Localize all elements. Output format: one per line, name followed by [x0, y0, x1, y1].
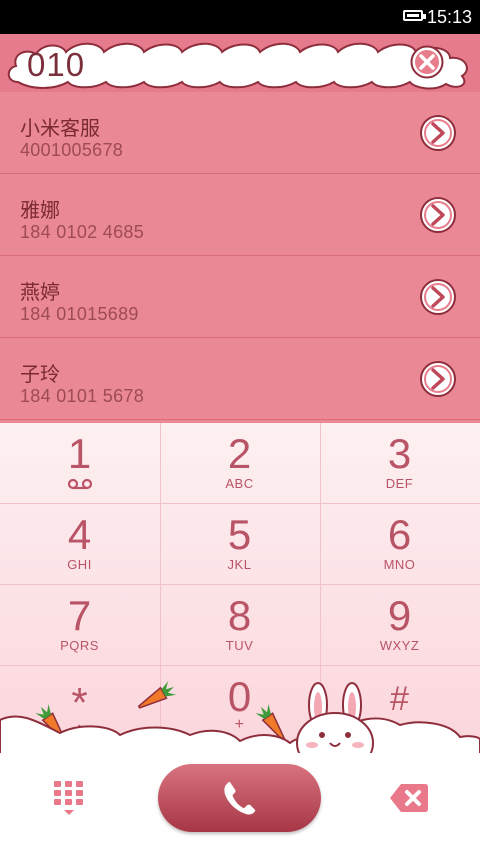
contact-phone: 184 01015689 — [20, 304, 139, 324]
clear-icon[interactable] — [410, 45, 444, 79]
key-letters: WXYZ — [379, 638, 420, 653]
key-2[interactable]: 2 ABC — [160, 423, 319, 503]
key-5[interactable]: 5 JKL — [160, 504, 319, 584]
key-digit: 2 — [227, 430, 252, 477]
key-digit: 1 — [67, 430, 92, 477]
contact-phone: 184 0101 5678 — [20, 386, 145, 406]
backspace-icon[interactable] — [389, 782, 429, 814]
carrot-icon — [137, 681, 177, 709]
contact-name: 燕婷 — [20, 282, 60, 304]
status-time: 15:13 — [426, 7, 472, 27]
key-digit: 3 — [387, 430, 412, 477]
contact-row[interactable]: 燕婷 184 01015689 — [0, 256, 480, 338]
contact-name: 子玲 — [20, 364, 60, 386]
key-digit: 5 — [227, 511, 252, 558]
voicemail-icon — [67, 478, 93, 490]
key-8[interactable]: 8 TUV — [160, 585, 319, 665]
key-letters: PQRS — [60, 638, 99, 653]
contact-row[interactable]: 小米客服 4001005678 — [0, 92, 480, 174]
key-9[interactable]: 9 WXYZ — [320, 585, 479, 665]
contact-name: 小米客服 — [20, 118, 100, 140]
key-7[interactable]: 7 PQRS — [0, 585, 159, 665]
contact-phone: 184 0102 4685 — [20, 222, 145, 242]
phone-number-input[interactable]: 010 — [27, 46, 85, 84]
key-digit: 4 — [67, 511, 92, 558]
key-letters: DEF — [385, 476, 414, 491]
contact-row[interactable]: 雅娜 184 0102 4685 — [0, 174, 480, 256]
key-6[interactable]: 6 MNO — [320, 504, 479, 584]
arrow-right-icon[interactable] — [419, 360, 457, 398]
status-bar: 15:13 — [0, 0, 480, 34]
dialpad-icon[interactable] — [53, 780, 85, 816]
key-letters: MNO — [383, 557, 416, 572]
call-button[interactable] — [158, 764, 321, 832]
contact-suggestions: 小米客服 4001005678 雅娜 184 0102 4685 燕婷 184 … — [0, 92, 480, 423]
battery-icon — [403, 10, 426, 21]
contact-row[interactable]: 子玲 184 0101 5678 — [0, 338, 480, 420]
key-letters: JKL — [227, 557, 252, 572]
phone-icon — [224, 781, 256, 815]
arrow-right-icon[interactable] — [419, 114, 457, 152]
arrow-right-icon[interactable] — [419, 278, 457, 316]
arrow-right-icon[interactable] — [419, 196, 457, 234]
key-1[interactable]: 1 — [0, 423, 159, 503]
key-letters: GHI — [67, 557, 92, 572]
contact-name: 雅娜 — [20, 200, 60, 222]
key-digit: 7 — [67, 592, 92, 639]
contact-phone: 4001005678 — [20, 140, 124, 160]
key-3[interactable]: 3 DEF — [320, 423, 479, 503]
key-letters: ABC — [225, 476, 254, 491]
key-4[interactable]: 4 GHI — [0, 504, 159, 584]
key-letters: TUV — [225, 638, 254, 653]
key-digit: 6 — [387, 511, 412, 558]
key-digit: 8 — [227, 592, 252, 639]
key-digit: 9 — [387, 592, 412, 639]
